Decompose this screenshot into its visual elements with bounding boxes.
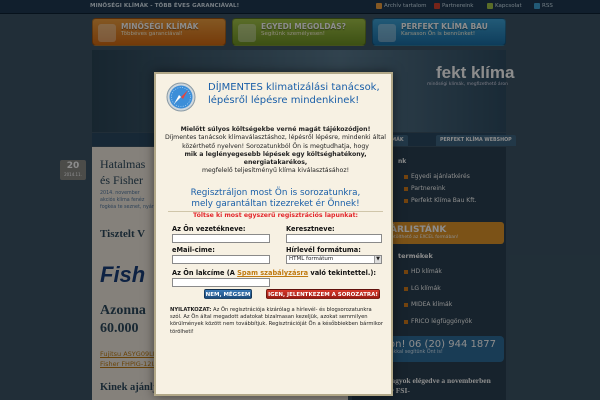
- chevron-down-icon: ▼: [374, 256, 381, 263]
- email-label: eMail-cime:: [172, 246, 215, 254]
- modal-headline: DÍJMENTES klimatizálási tanácsok, lépésr…: [208, 82, 380, 106]
- privacy-statement: NYILATKOZAT: Az Ön regisztrációja kizáró…: [170, 307, 383, 335]
- residence-label: Az Ön lakcíme (A Spam szabályzásra való …: [172, 269, 377, 277]
- residence-input[interactable]: [172, 278, 270, 287]
- decline-button[interactable]: NEM, MÉGSEM: [204, 289, 252, 299]
- format-label: Hírlevél formátuma:: [286, 246, 361, 254]
- lastname-input[interactable]: [172, 234, 270, 243]
- form-title: Töltse ki most egyszerű regisztrációs la…: [192, 212, 359, 219]
- signup-modal: DÍJMENTES klimatizálási tanácsok, lépésr…: [154, 72, 393, 396]
- spam-policy-link[interactable]: Spam szabályzásra: [237, 269, 308, 277]
- lastname-label: Az Ön vezetékneve:: [172, 225, 246, 233]
- modal-register-callout: Regisztráljon most Ön is sorozatunkra, m…: [190, 188, 361, 209]
- modal-description: Mielőtt súlyos költségekbe verné magát t…: [164, 126, 387, 175]
- email-input[interactable]: [172, 255, 270, 264]
- firstname-input[interactable]: [286, 234, 382, 243]
- compass-icon: [166, 82, 196, 112]
- firstname-label: Keresztneve:: [286, 225, 335, 233]
- subscribe-button[interactable]: IGEN, JELENTKEZEM A SOROZATRA!: [266, 289, 380, 299]
- format-select[interactable]: HTML formátum ▼: [286, 255, 382, 264]
